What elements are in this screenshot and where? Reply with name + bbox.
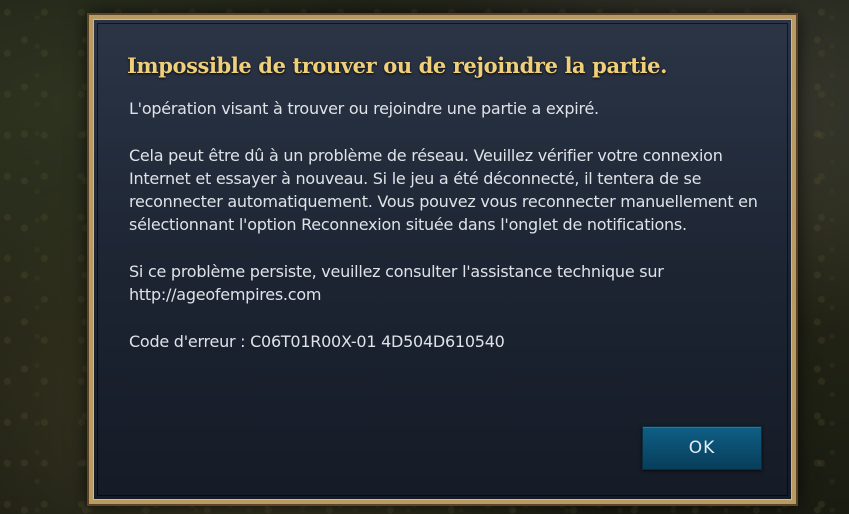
dialog-title: Impossible de trouver ou de rejoindre la… — [127, 53, 668, 78]
dialog-message: L'opération visant à trouver ou rejoindr… — [129, 97, 769, 377]
timeout-message: L'opération visant à trouver ou rejoindr… — [129, 99, 599, 118]
error-code: Code d'erreur : C06T01R00X-01 4D504D6105… — [129, 332, 505, 351]
ok-button[interactable]: OK — [642, 426, 762, 470]
network-advice-message: Cela peut être dû à un problème de résea… — [129, 146, 758, 234]
error-dialog: Impossible de trouver ou de rejoindre la… — [87, 13, 798, 506]
support-message: Si ce problème persiste, veuillez consul… — [129, 262, 664, 304]
